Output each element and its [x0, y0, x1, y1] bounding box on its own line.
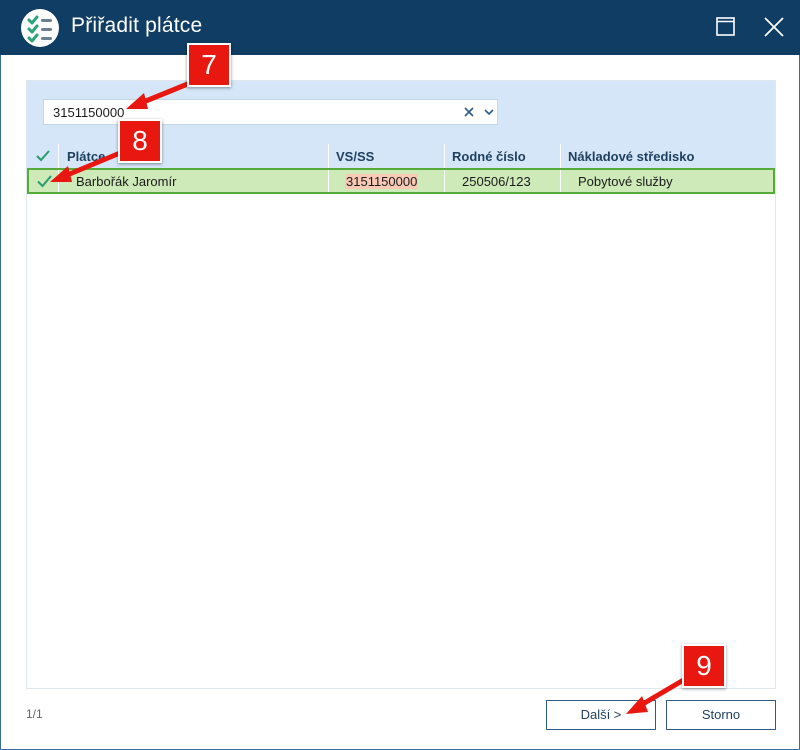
maximize-icon[interactable]	[716, 17, 735, 36]
search-input[interactable]: 3151150000	[43, 99, 498, 125]
column-divider	[560, 144, 561, 168]
app-logo-icon	[21, 9, 59, 47]
title-bar: Přiřadit plátce	[0, 0, 800, 55]
callout-badge-9: 9	[682, 644, 726, 688]
cell-vs-ss: 3151150000	[345, 174, 419, 189]
column-header-rodne-cislo[interactable]: Rodné číslo	[452, 149, 526, 164]
window-title: Přiřadit plátce	[71, 14, 203, 37]
column-divider	[444, 144, 445, 168]
callout-badge-8: 8	[118, 119, 162, 163]
column-header-vs-ss[interactable]: VS/SS	[336, 149, 374, 164]
row-divider	[328, 170, 329, 192]
clear-icon[interactable]	[463, 106, 475, 118]
column-header-nakladove-stredisko[interactable]: Nákladové středisko	[568, 149, 694, 164]
search-value: 3151150000	[53, 105, 125, 120]
table-row[interactable]: Barbořák Jaromír 3151150000 250506/123 P…	[27, 168, 775, 194]
callout-arrow-icon	[50, 150, 123, 182]
payer-panel: 3151150000 Plátce VS/SS Rodné číslo Nákl…	[26, 80, 776, 689]
row-divider	[444, 170, 445, 192]
pager-text: 1/1	[26, 707, 43, 721]
chevron-down-icon[interactable]	[483, 106, 495, 118]
column-divider	[328, 144, 329, 168]
cell-rodne-cislo: 250506/123	[462, 174, 531, 189]
callout-badge-7: 7	[187, 43, 231, 87]
cell-nakladove-stredisko: Pobytové služby	[578, 174, 673, 189]
close-icon[interactable]	[763, 16, 785, 38]
row-divider	[560, 170, 561, 192]
